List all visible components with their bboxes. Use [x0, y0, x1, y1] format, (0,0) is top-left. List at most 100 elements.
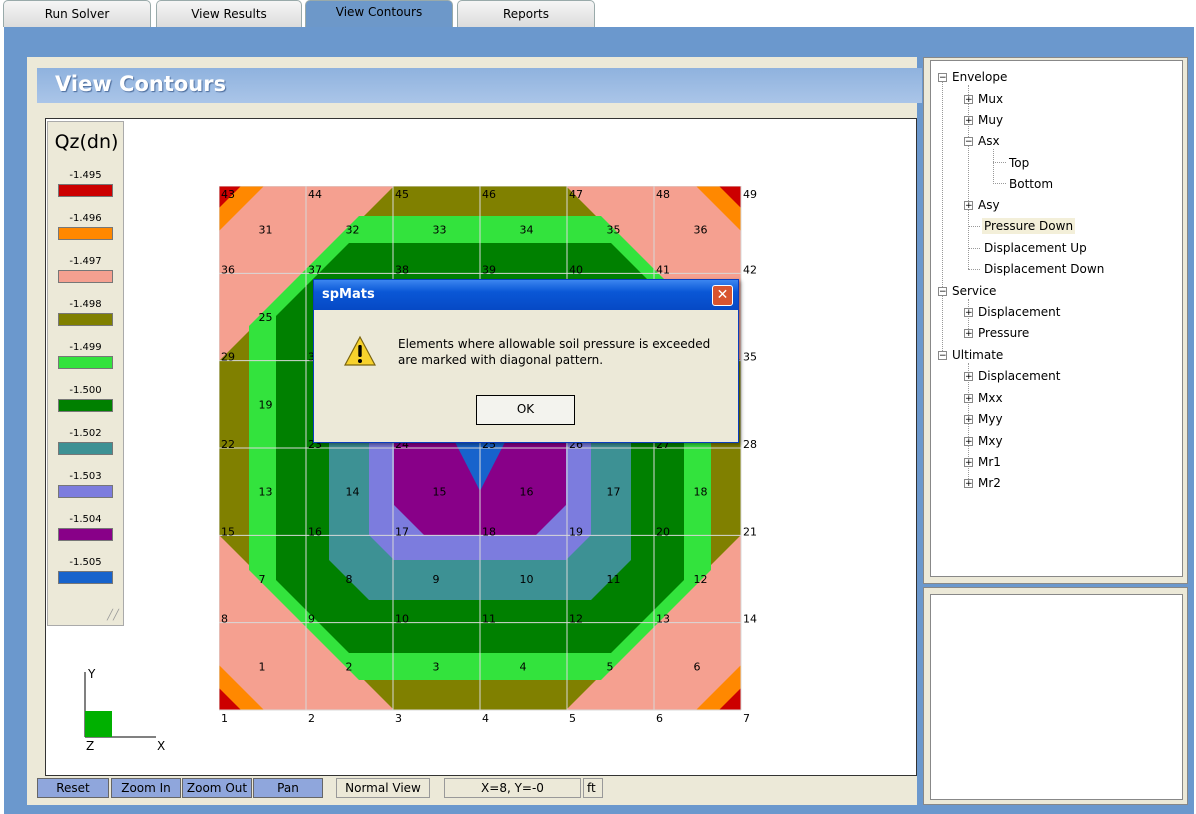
- tree-item-service-displacement[interactable]: Displacement: [978, 304, 1061, 320]
- tree-item-mr2[interactable]: Mr2: [978, 475, 1001, 491]
- tree-item-mux[interactable]: Mux: [978, 91, 1003, 107]
- grid-element-label: 8: [346, 573, 353, 586]
- grid-node-label: 20: [656, 525, 670, 538]
- tab-reports[interactable]: Reports: [457, 0, 595, 27]
- grid-node-label: 44: [308, 188, 322, 201]
- grid-node-label: 8: [221, 613, 228, 626]
- tree-item-pressure-down[interactable]: Pressure Down: [982, 218, 1076, 234]
- zoom-out-button[interactable]: Zoom Out: [182, 778, 252, 798]
- grid-node-label: 45: [395, 188, 409, 201]
- collapse-envelope-icon[interactable]: −: [938, 73, 947, 83]
- tree-item-ult-displacement[interactable]: Displacement: [978, 368, 1061, 384]
- tree-item-service[interactable]: Service: [952, 283, 996, 299]
- grid-element-label: 5: [607, 660, 614, 673]
- tab-view-contours[interactable]: View Contours: [305, 0, 453, 27]
- grid-node-label: 40: [569, 263, 583, 276]
- tree-item-myy[interactable]: Myy: [978, 411, 1003, 427]
- resize-grip-icon[interactable]: ╱╱: [107, 610, 119, 621]
- ok-button[interactable]: OK: [476, 395, 575, 425]
- expand-mxx-icon[interactable]: +: [964, 394, 973, 404]
- grid-node-label: 47: [569, 188, 583, 201]
- grid-element-label: 17: [607, 486, 621, 499]
- grid-element-label: 10: [520, 573, 534, 586]
- view-mode-field[interactable]: Normal View: [336, 778, 430, 798]
- dialog-titlebar[interactable]: spMats ✕: [314, 280, 738, 310]
- grid-element-label: 6: [694, 660, 701, 673]
- legend-item: -1.495: [58, 170, 113, 197]
- dialog-title: spMats: [322, 287, 375, 302]
- expand-ult-displacement-icon[interactable]: +: [964, 372, 973, 382]
- grid-node-label: 12: [569, 613, 583, 626]
- tree-item-mxx[interactable]: Mxx: [978, 390, 1003, 406]
- axis-y-label: Y: [87, 667, 96, 681]
- tab-view-results[interactable]: View Results: [156, 0, 302, 27]
- expand-muy-icon[interactable]: +: [964, 116, 973, 126]
- legend-value: -1.499: [69, 342, 102, 353]
- legend-value: -1.502: [69, 428, 102, 439]
- pan-button[interactable]: Pan: [253, 778, 323, 798]
- grid-node-label: 7: [743, 712, 750, 725]
- tree-item-asx[interactable]: Asx: [978, 133, 1000, 149]
- grid-node-label: 15: [221, 525, 235, 538]
- legend-title: Qz(dn): [54, 131, 119, 153]
- expand-service-pressure-icon[interactable]: +: [964, 329, 973, 339]
- close-icon[interactable]: ✕: [712, 285, 733, 306]
- grid-node-label: 17: [395, 525, 409, 538]
- grid-element-label: 25: [259, 311, 273, 324]
- expand-mr1-icon[interactable]: +: [964, 458, 973, 468]
- legend-swatch: [58, 270, 113, 283]
- legend-value: -1.504: [69, 514, 102, 525]
- units-field: ft: [583, 778, 603, 798]
- expand-service-displacement-icon[interactable]: +: [964, 308, 973, 318]
- grid-node-label: 11: [482, 613, 496, 626]
- tab-run-solver[interactable]: Run Solver: [3, 0, 151, 27]
- grid-element-label: 33: [433, 224, 447, 237]
- grid-element-label: 11: [607, 573, 621, 586]
- tree-item-asy[interactable]: Asy: [978, 197, 1000, 213]
- expand-mux-icon[interactable]: +: [964, 95, 973, 105]
- expand-mr2-icon[interactable]: +: [964, 479, 973, 489]
- collapse-service-icon[interactable]: −: [938, 287, 947, 297]
- grid-element-label: 2: [346, 660, 353, 673]
- grid-element-label: 18: [694, 486, 708, 499]
- collapse-asx-icon[interactable]: −: [964, 137, 973, 147]
- tree-item-ultimate[interactable]: Ultimate: [952, 347, 1003, 363]
- zoom-in-button[interactable]: Zoom In: [111, 778, 181, 798]
- grid-node-label: 36: [221, 263, 235, 276]
- dialog-message: Elements where allowable soil pressure i…: [398, 336, 733, 368]
- grid-element-label: 31: [259, 224, 273, 237]
- info-panel: [930, 594, 1183, 800]
- tree-item-envelope[interactable]: Envelope: [952, 69, 1007, 85]
- grid-element-label: 4: [520, 660, 527, 673]
- grid-element-label: 36: [694, 224, 708, 237]
- tree-item-mxy[interactable]: Mxy: [978, 433, 1003, 449]
- tree-item-displacement-down[interactable]: Displacement Down: [984, 261, 1104, 277]
- legend-swatch: [58, 485, 113, 498]
- legend-swatch: [58, 184, 113, 197]
- grid-node-label: 13: [656, 613, 670, 626]
- tree-item-bottom[interactable]: Bottom: [1009, 176, 1053, 192]
- expand-mxy-icon[interactable]: +: [964, 437, 973, 447]
- tree-item-top[interactable]: Top: [1009, 155, 1029, 171]
- warning-icon: [343, 335, 377, 370]
- grid-node-label: 37: [308, 263, 322, 276]
- grid-node-label: 9: [308, 613, 315, 626]
- grid-element-label: 34: [520, 224, 534, 237]
- reset-button[interactable]: Reset: [37, 778, 109, 798]
- legend-value: -1.497: [69, 256, 102, 267]
- tree-item-muy[interactable]: Muy: [978, 112, 1003, 128]
- grid-node-label: 4: [482, 712, 489, 725]
- legend-item: -1.498: [58, 299, 113, 326]
- axis-indicator: Y X Z: [52, 642, 177, 772]
- tree-item-displacement-up[interactable]: Displacement Up: [984, 240, 1087, 256]
- legend-item: -1.505: [58, 557, 113, 584]
- collapse-ultimate-icon[interactable]: −: [938, 351, 947, 361]
- tree-item-mr1[interactable]: Mr1: [978, 454, 1001, 470]
- expand-myy-icon[interactable]: +: [964, 415, 973, 425]
- grid-node-label: 22: [221, 438, 235, 451]
- expand-asy-icon[interactable]: +: [964, 201, 973, 211]
- grid-node-label: 49: [743, 188, 757, 201]
- grid-node-label: 1: [221, 712, 228, 725]
- tree-item-service-pressure[interactable]: Pressure: [978, 325, 1029, 341]
- contour-plot[interactable]: 1 2 3 4 5 6 7 8 9 10 11 12 13 14 15 16 17 18 19 20 21 22 23 24 2…: [218, 185, 759, 729]
